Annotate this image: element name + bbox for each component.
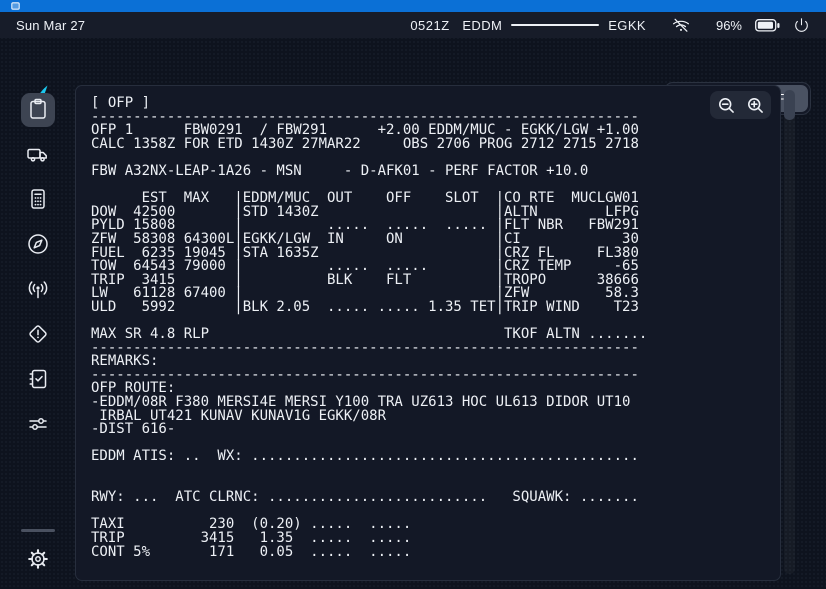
ofp-document: [ OFP ] --------------------------------…: [91, 97, 647, 559]
truck-icon: [26, 142, 50, 169]
status-bar: Sun Mar 27 0521Z EDDM EGKK 96%: [0, 12, 826, 38]
window-app-icon: [11, 2, 20, 10]
scrollbar-thumb[interactable]: [784, 90, 795, 120]
sidebar-item-atc[interactable]: [21, 273, 55, 307]
zoom-toolbar: [710, 91, 771, 119]
sidebar-item-checklists[interactable]: [21, 363, 55, 397]
power-icon[interactable]: [793, 17, 810, 34]
route-destination: EGKK: [608, 18, 646, 33]
sidebar-item-presets[interactable]: [21, 408, 55, 442]
sidebar-item-dispatch[interactable]: [21, 93, 55, 127]
sidebar-divider: [21, 529, 55, 532]
zoom-out-icon[interactable]: [713, 93, 739, 117]
sliders-icon: [26, 412, 50, 439]
battery-percent: 96%: [716, 18, 742, 33]
flight-route-indicator: EDDM EGKK: [462, 18, 646, 33]
sidebar-item-navigation[interactable]: [21, 228, 55, 262]
flypad-app: Sun Mar 27 0521Z EDDM EGKK 96%: [0, 0, 826, 589]
checklist-icon: [26, 367, 50, 394]
window-titlebar: [0, 0, 826, 12]
page-header: Dispatch Overview OFP: [0, 38, 826, 84]
sidebar-item-failures[interactable]: [21, 318, 55, 352]
route-progress-line: [511, 24, 599, 26]
sidebar-nav: [0, 84, 75, 589]
antenna-icon: [26, 277, 50, 304]
scrollbar-track: [784, 90, 795, 574]
status-clock: 0521Z: [410, 18, 449, 33]
status-date: Sun Mar 27: [16, 18, 85, 33]
ofp-card[interactable]: [ OFP ] --------------------------------…: [75, 85, 781, 581]
wifi-off-icon: [671, 16, 691, 34]
sidebar-item-performance[interactable]: [21, 183, 55, 217]
gear-icon: [26, 547, 50, 574]
battery-icon: [755, 19, 780, 32]
route-origin: EDDM: [462, 18, 502, 33]
sidebar-item-ground[interactable]: [21, 138, 55, 172]
compass-icon: [26, 232, 50, 259]
sidebar-item-settings[interactable]: [21, 543, 55, 577]
hazard-icon: [26, 322, 50, 349]
zoom-in-icon[interactable]: [742, 93, 768, 117]
clipboard-icon: [26, 97, 50, 124]
calculator-icon: [26, 187, 50, 214]
